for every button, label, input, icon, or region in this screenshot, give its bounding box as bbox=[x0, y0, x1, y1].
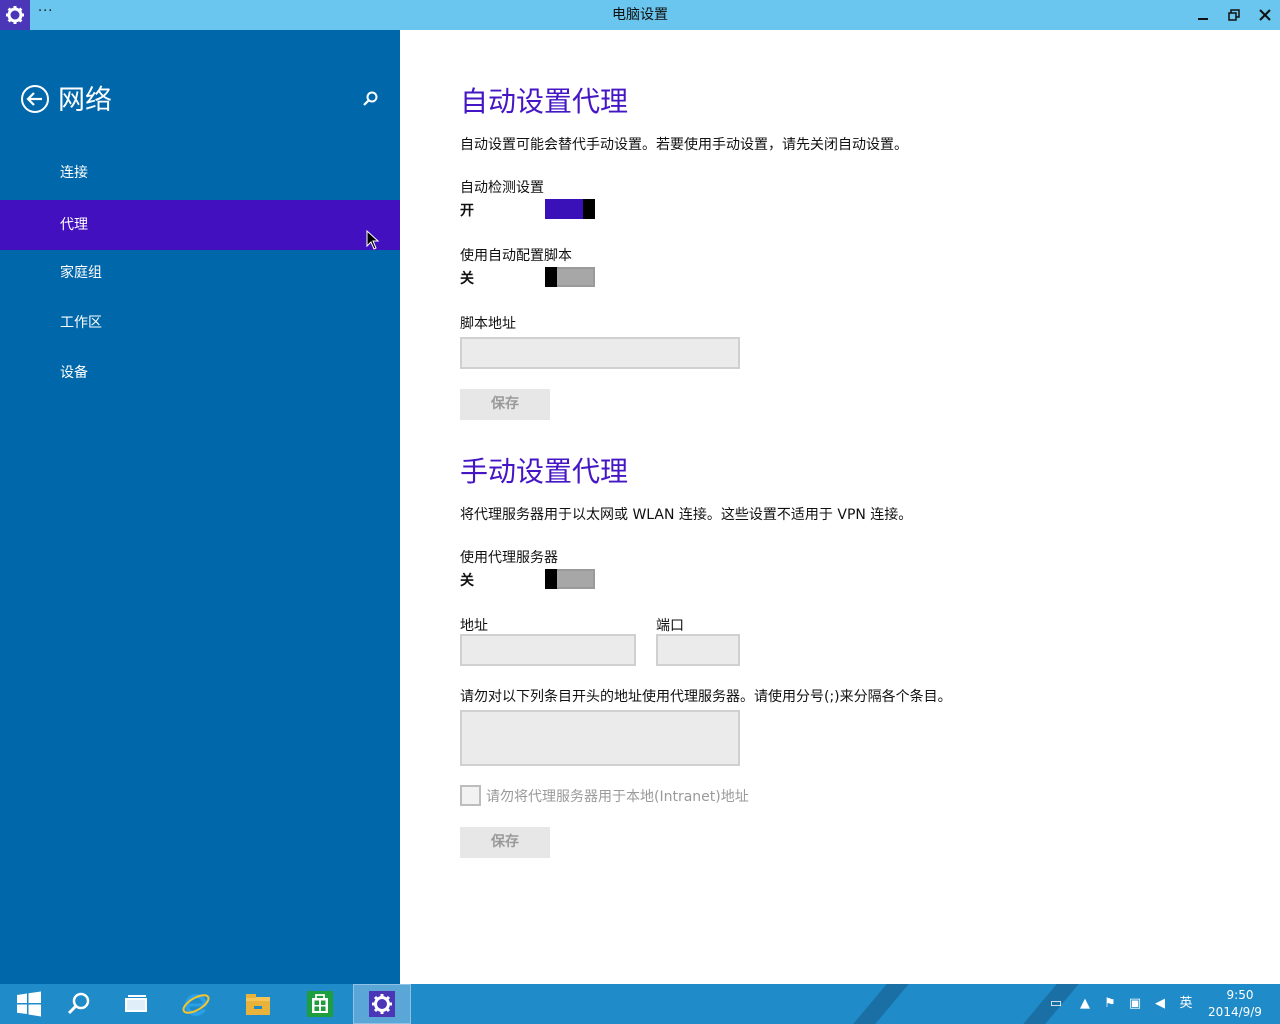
volume-icon[interactable]: ◀ bbox=[1152, 996, 1168, 1012]
internet-explorer-icon bbox=[182, 994, 210, 1016]
toggle-thumb bbox=[545, 267, 557, 287]
toggle-thumb bbox=[545, 569, 557, 589]
use-proxy-toggle[interactable] bbox=[545, 569, 595, 589]
script-address-label: 脚本地址 bbox=[460, 316, 516, 332]
task-view-icon bbox=[125, 995, 147, 1012]
title-bar: ··· 电脑设置 bbox=[0, 0, 1280, 30]
internet-explorer-button[interactable] bbox=[167, 984, 225, 1024]
action-center-icon[interactable]: ▭ bbox=[1048, 996, 1064, 1012]
close-icon bbox=[1259, 9, 1271, 21]
file-explorer-button[interactable] bbox=[229, 984, 287, 1024]
file-explorer-icon bbox=[246, 994, 270, 1015]
use-proxy-label: 使用代理服务器 bbox=[460, 550, 558, 566]
auto-detect-label: 自动检测设置 bbox=[460, 180, 544, 196]
taskbar-search-button[interactable] bbox=[50, 984, 108, 1024]
settings-icon bbox=[369, 991, 395, 1017]
restore-button[interactable] bbox=[1219, 0, 1249, 30]
script-address-input[interactable] bbox=[460, 337, 740, 369]
manual-proxy-title: 手动设置代理 bbox=[460, 455, 629, 488]
clock-time[interactable]: 9:50 bbox=[1210, 988, 1270, 1003]
address-label: 地址 bbox=[460, 618, 488, 634]
network-icon[interactable]: ▣ bbox=[1127, 996, 1143, 1012]
minimize-button[interactable] bbox=[1188, 0, 1218, 30]
auto-proxy-title: 自动设置代理 bbox=[460, 85, 629, 118]
auto-detect-toggle[interactable] bbox=[545, 199, 595, 219]
back-arrow-icon[interactable] bbox=[20, 84, 50, 114]
restore-icon bbox=[1228, 9, 1240, 21]
auto-script-label: 使用自动配置脚本 bbox=[460, 248, 572, 264]
auto-script-state: 关 bbox=[460, 271, 474, 287]
search-icon bbox=[67, 992, 90, 1015]
sidebar: 网络 连接 代理 家庭组 工作区 设备 bbox=[0, 30, 400, 984]
auto-proxy-description: 自动设置可能会替代手动设置。若要使用手动设置，请先关闭自动设置。 bbox=[460, 137, 908, 153]
show-hidden-icons-icon[interactable]: ▲ bbox=[1077, 996, 1093, 1012]
port-input[interactable] bbox=[656, 634, 740, 666]
taskbar-decoration bbox=[853, 984, 909, 1024]
local-intranet-label: 请勿将代理服务器用于本地(Intranet)地址 bbox=[486, 789, 749, 805]
auto-detect-state: 开 bbox=[460, 203, 474, 219]
sidebar-item-devices[interactable]: 设备 bbox=[0, 348, 400, 398]
task-view-button[interactable] bbox=[107, 984, 165, 1024]
auto-proxy-save-button[interactable]: 保存 bbox=[460, 389, 550, 420]
store-icon bbox=[307, 991, 333, 1017]
minimize-icon bbox=[1198, 18, 1208, 20]
windows-logo-icon bbox=[17, 991, 41, 1017]
search-icon[interactable] bbox=[361, 90, 379, 108]
auto-script-toggle[interactable] bbox=[545, 267, 595, 287]
manual-proxy-save-button[interactable]: 保存 bbox=[460, 827, 550, 858]
toggle-thumb bbox=[583, 199, 595, 219]
use-proxy-state: 关 bbox=[460, 573, 474, 589]
local-intranet-checkbox[interactable] bbox=[460, 785, 481, 806]
sidebar-item-homegroup[interactable]: 家庭组 bbox=[0, 248, 400, 298]
settings-taskbar-button[interactable] bbox=[353, 984, 411, 1024]
close-button[interactable] bbox=[1250, 0, 1280, 30]
port-label: 端口 bbox=[656, 618, 684, 634]
sidebar-item-connections[interactable]: 连接 bbox=[0, 148, 400, 198]
taskbar: ▭ ▲ ⚑ ▣ ◀ 英 9:50 2014/9/9 bbox=[0, 984, 1280, 1024]
sidebar-item-proxy[interactable]: 代理 bbox=[0, 200, 400, 250]
window-title: 电脑设置 bbox=[612, 7, 668, 23]
sidebar-item-workplace[interactable]: 工作区 bbox=[0, 298, 400, 348]
manual-proxy-description: 将代理服务器用于以太网或 WLAN 连接。这些设置不适用于 VPN 连接。 bbox=[460, 507, 913, 523]
ime-indicator[interactable]: 英 bbox=[1178, 996, 1194, 1012]
sidebar-title: 网络 bbox=[58, 85, 112, 116]
address-input[interactable] bbox=[460, 634, 636, 666]
main-content: 自动设置代理 自动设置可能会替代手动设置。若要使用手动设置，请先关闭自动设置。 … bbox=[400, 30, 1280, 984]
mouse-cursor-icon bbox=[366, 230, 380, 250]
exceptions-textarea[interactable] bbox=[460, 710, 740, 766]
exceptions-label: 请勿对以下列条目开头的地址使用代理服务器。请使用分号(;)来分隔各个条目。 bbox=[460, 689, 952, 705]
store-button[interactable] bbox=[291, 984, 349, 1024]
clock-date[interactable]: 2014/9/9 bbox=[1200, 1005, 1270, 1020]
flag-icon[interactable]: ⚑ bbox=[1102, 996, 1118, 1012]
